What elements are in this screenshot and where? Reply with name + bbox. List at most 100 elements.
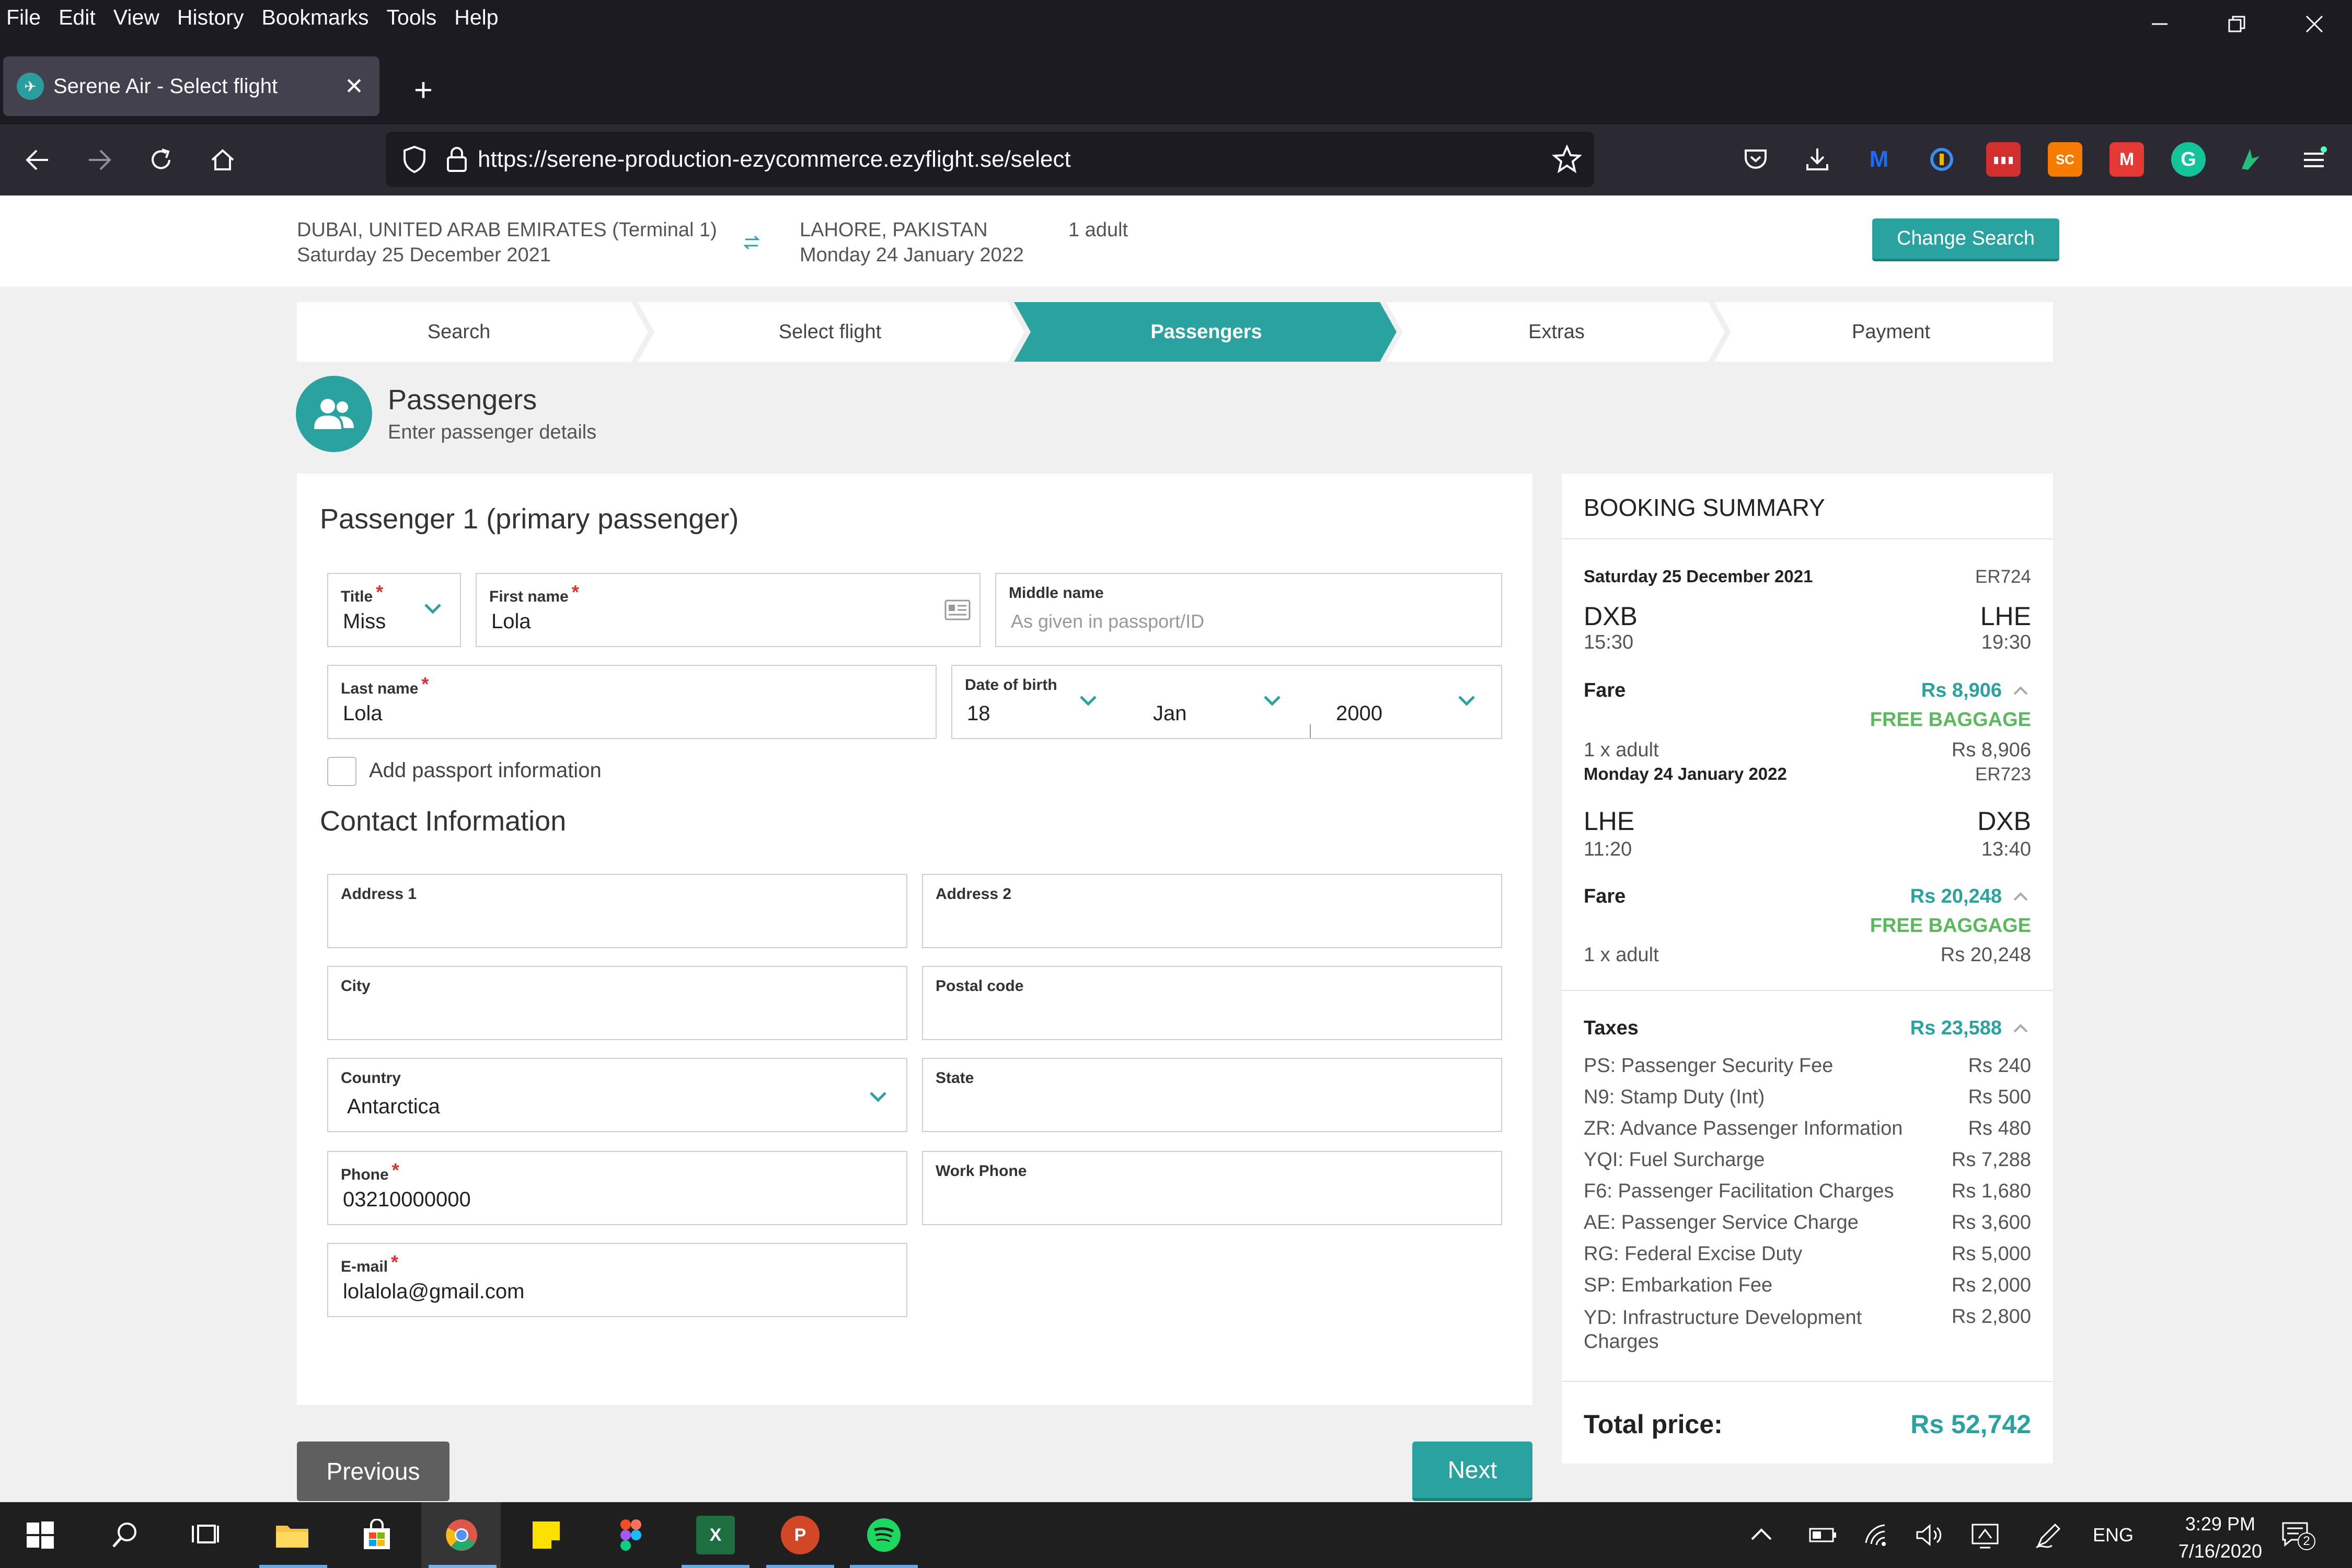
menu-help[interactable]: Help xyxy=(445,5,507,30)
tax-name: PS: Passenger Security Fee xyxy=(1584,1055,1834,1077)
notifications-button[interactable]: 2 xyxy=(2280,1516,2315,1554)
email-field[interactable]: E-mail * lolalola@gmail.com xyxy=(327,1243,907,1317)
taxes-total[interactable]: Rs 23,588 xyxy=(1910,1017,2002,1040)
city-field[interactable]: City xyxy=(327,966,907,1040)
download-icon[interactable] xyxy=(1800,142,1835,177)
outbound-fare[interactable]: Rs 8,906 xyxy=(1921,679,2002,702)
phone-field[interactable]: Phone * 03210000000 xyxy=(327,1151,907,1225)
passengers-avatar xyxy=(296,376,372,452)
back-button[interactable] xyxy=(18,140,57,180)
chevron-down-icon xyxy=(424,604,441,614)
spotify-icon[interactable] xyxy=(864,1516,903,1554)
sticky-notes-icon[interactable] xyxy=(527,1516,566,1554)
page-title: Passengers xyxy=(388,384,537,416)
work-phone-field[interactable]: Work Phone xyxy=(922,1151,1502,1225)
passenger-heading: Passenger 1 (primary passenger) xyxy=(320,503,739,535)
address-bar[interactable]: https://serene-production-ezycommerce.ez… xyxy=(386,132,1594,187)
show-hidden-icons[interactable] xyxy=(1749,1516,1774,1554)
address-2-field[interactable]: Address 2 xyxy=(922,874,1502,948)
tax-name: RG: Federal Excise Duty xyxy=(1584,1243,1803,1265)
app-menu-button[interactable] xyxy=(2297,142,2331,177)
step-extras[interactable]: Extras xyxy=(1400,302,1713,362)
chevron-up-icon[interactable] xyxy=(2010,681,2031,701)
active-app-indicator xyxy=(850,1565,918,1568)
wifi-icon[interactable] xyxy=(1864,1516,1893,1554)
home-button[interactable] xyxy=(203,140,243,180)
last-name-label: Last name xyxy=(341,680,419,697)
state-field[interactable]: State xyxy=(922,1058,1502,1132)
bookmark-star-icon[interactable] xyxy=(1552,145,1582,174)
dob-month-select[interactable]: Jan xyxy=(1138,666,1321,738)
extension-green-icon[interactable] xyxy=(2233,142,2267,177)
task-view-button[interactable] xyxy=(186,1516,225,1554)
step-passengers[interactable]: Passengers xyxy=(1029,302,1384,362)
battery-icon[interactable] xyxy=(1808,1516,1838,1554)
middle-name-field[interactable]: Middle name As given in passport/ID xyxy=(995,573,1502,647)
first-name-field[interactable]: First name * Lola xyxy=(476,573,981,647)
required-marker: * xyxy=(391,1251,399,1273)
powerpoint-icon[interactable]: P xyxy=(781,1516,820,1554)
passport-checkbox[interactable] xyxy=(327,757,356,786)
menu-file[interactable]: File xyxy=(0,5,50,30)
return-fare[interactable]: Rs 20,248 xyxy=(1910,885,2002,908)
menu-tools[interactable]: Tools xyxy=(378,5,446,30)
new-tab-button[interactable]: + xyxy=(402,69,444,111)
previous-button[interactable]: Previous xyxy=(297,1442,449,1501)
step-select-flight[interactable]: Select flight xyxy=(652,302,1008,362)
navigation-bar: https://serene-production-ezycommerce.ez… xyxy=(0,124,2352,195)
outbound-to-time: 19:30 xyxy=(1981,631,2031,653)
forward-button[interactable] xyxy=(79,140,119,180)
dob-year-select[interactable]: 2000 xyxy=(1321,666,1501,738)
file-explorer-icon[interactable] xyxy=(273,1516,312,1554)
system-clock[interactable]: 3:29 PM 7/16/2020 xyxy=(2178,1511,2262,1565)
menu-view[interactable]: View xyxy=(105,5,168,30)
dob-day-select[interactable]: 18 xyxy=(952,666,1140,738)
chevron-up-icon[interactable] xyxy=(2010,1018,2031,1039)
tax-amount: Rs 2,800 xyxy=(1951,1306,2031,1328)
step-search[interactable]: Search xyxy=(297,302,621,362)
figma-icon[interactable] xyxy=(612,1516,650,1554)
title-select[interactable]: Title * Miss xyxy=(327,573,461,647)
close-tab-icon[interactable]: ✕ xyxy=(344,73,364,100)
outbound-pax: 1 x adult xyxy=(1584,739,1659,761)
required-marker: * xyxy=(391,1159,399,1181)
grammarly-icon[interactable]: G xyxy=(2171,142,2206,177)
next-button[interactable]: Next xyxy=(1412,1442,1532,1501)
search-button[interactable] xyxy=(106,1516,144,1554)
pen-workspace-icon[interactable] xyxy=(2034,1516,2063,1554)
last-name-value: Lola xyxy=(343,702,383,725)
middle-name-label: Middle name xyxy=(1009,584,1104,602)
chevron-up-icon[interactable] xyxy=(2010,886,2031,907)
country-select[interactable]: Country Antarctica xyxy=(327,1058,907,1132)
menu-history[interactable]: History xyxy=(168,5,253,30)
extension-shield-icon[interactable] xyxy=(1924,142,1959,177)
windows-start-button[interactable] xyxy=(21,1516,60,1554)
change-search-button[interactable]: Change Search xyxy=(1872,218,2059,261)
outbound-pax-price: Rs 8,906 xyxy=(1951,739,2031,761)
destination-location: LAHORE, PAKISTAN xyxy=(800,219,988,241)
back-arrow-icon xyxy=(26,149,48,170)
volume-icon[interactable] xyxy=(1915,1516,1944,1554)
pocket-icon[interactable] xyxy=(1738,142,1773,177)
microsoft-store-icon[interactable] xyxy=(358,1516,396,1554)
last-name-field[interactable]: Last name * Lola xyxy=(327,665,937,739)
network-settings-icon[interactable] xyxy=(1970,1516,2000,1554)
postal-code-field[interactable]: Postal code xyxy=(922,966,1502,1040)
tab-bar: ✈ Serene Air - Select flight ✕ + xyxy=(0,34,2352,124)
language-indicator[interactable]: ENG xyxy=(2093,1516,2134,1554)
menu-edit[interactable]: Edit xyxy=(50,5,105,30)
swap-icon xyxy=(743,235,760,250)
extension-red-icon[interactable] xyxy=(1986,142,2021,177)
step-payment[interactable]: Payment xyxy=(1729,302,2053,362)
extension-sc-icon[interactable]: SC xyxy=(2048,142,2082,177)
menu-bookmarks[interactable]: Bookmarks xyxy=(252,5,377,30)
reload-button[interactable] xyxy=(141,140,181,180)
passport-checkbox-label[interactable]: Add passport information xyxy=(369,759,602,782)
notification-count: 2 xyxy=(2298,1532,2315,1550)
extension-mm-icon[interactable]: M xyxy=(2109,142,2144,177)
extension-m-icon[interactable]: M xyxy=(1862,142,1896,177)
browser-tab[interactable]: ✈ Serene Air - Select flight ✕ xyxy=(3,56,379,116)
excel-icon[interactable]: X xyxy=(696,1516,735,1554)
address-1-field[interactable]: Address 1 xyxy=(327,874,907,948)
outbound-from: DXB xyxy=(1584,602,1638,631)
